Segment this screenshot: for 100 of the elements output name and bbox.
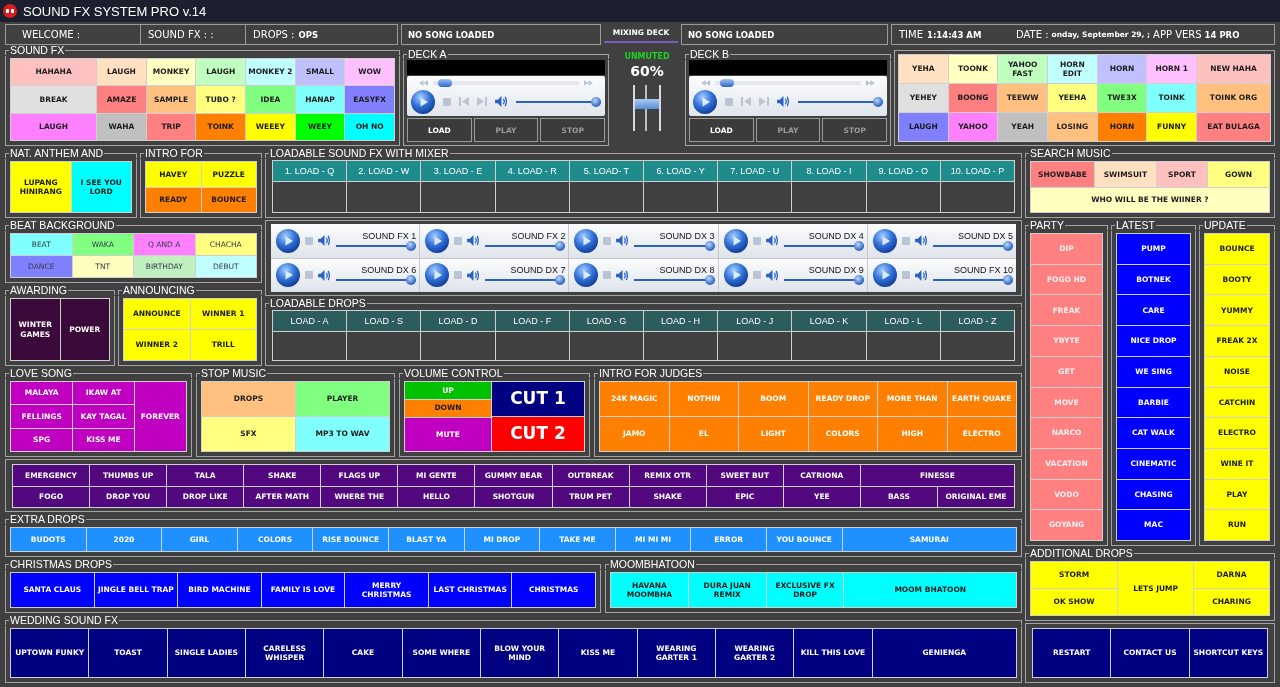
- player-label: SOUND DX 4: [808, 230, 864, 241]
- section-title: INTRO FOR JUDGES: [598, 368, 704, 379]
- slider-thumb[interactable]: [1003, 240, 1013, 251]
- play-icon[interactable]: [425, 228, 450, 253]
- play-icon[interactable]: [574, 263, 599, 288]
- column-header: 10. LOAD - P: [940, 161, 1014, 181]
- player-label: SOUND FX 10: [953, 265, 1013, 276]
- column-header: LOAD - D: [421, 311, 495, 331]
- volume-icon[interactable]: [765, 269, 779, 281]
- column-header: LOAD - A: [273, 311, 347, 331]
- column-header: LOAD - J: [718, 311, 792, 331]
- section-title: EXTRA DROPS: [9, 514, 86, 525]
- section-title: AWARDING: [9, 285, 68, 296]
- slider-thumb[interactable]: [555, 275, 566, 286]
- player-label: SOUND FX 1: [362, 230, 417, 241]
- player-label: SOUND DX 5: [957, 230, 1013, 241]
- play-icon[interactable]: [723, 228, 748, 253]
- volume-icon[interactable]: [616, 269, 630, 281]
- play-icon[interactable]: [411, 89, 435, 114]
- slider-thumb[interactable]: [591, 96, 601, 107]
- player-label: SOUND DX 3: [659, 230, 715, 241]
- drops-label: DROPS :: [253, 29, 295, 40]
- section-title: DECK A: [407, 49, 448, 60]
- column-header: LOAD - S: [347, 311, 421, 331]
- drops-value: OPS: [298, 29, 319, 40]
- section-title: DECK B: [689, 49, 731, 60]
- section-title: LATEST: [1115, 220, 1156, 231]
- slider-thumb[interactable]: [853, 240, 864, 251]
- section-title: INTRO FOR: [144, 148, 204, 159]
- seek-thumb[interactable]: [438, 78, 453, 87]
- song-status: NO SONG LOADED: [408, 29, 495, 40]
- section-title: LOADABLE SOUND FX WITH MIXER: [269, 148, 450, 159]
- column-header: LOAD - F: [495, 311, 569, 331]
- play-icon[interactable]: [276, 228, 300, 253]
- column-header: LOAD - K: [792, 311, 866, 331]
- volume-icon[interactable]: [318, 269, 331, 281]
- slider-thumb[interactable]: [873, 96, 883, 107]
- seek-thumb[interactable]: [720, 78, 735, 87]
- slider-thumb[interactable]: [406, 240, 417, 251]
- volume-icon[interactable]: [616, 235, 630, 247]
- section-title: ADDITIONAL DROPS: [1029, 548, 1134, 559]
- app-logo-icon: [3, 4, 17, 18]
- volume-icon[interactable]: [495, 96, 508, 107]
- section-title: BEAT BACKGROUND: [9, 220, 116, 231]
- section-title: CHRISTMAS DROPS: [9, 559, 114, 570]
- column-header: LOAD - G: [569, 311, 643, 331]
- slider-thumb[interactable]: [555, 240, 566, 251]
- column-header: 2. LOAD - W: [347, 161, 421, 181]
- slider-thumb[interactable]: [704, 240, 715, 251]
- mute-status: UNMUTED: [624, 52, 670, 61]
- volume-icon[interactable]: [765, 235, 779, 247]
- cut-button[interactable]: CUT 1: [491, 382, 584, 416]
- play-icon[interactable]: [723, 263, 748, 288]
- volume-icon[interactable]: [467, 235, 481, 247]
- column-header: 5. LOAD- T: [569, 161, 643, 181]
- player-label: SOUND DX 7: [510, 265, 566, 276]
- section-title: NAT. ANTHEM AND: [9, 148, 105, 159]
- sound-fx-label: SOUND FX : :: [141, 25, 246, 44]
- column-header: 6. LOAD - Y: [644, 161, 718, 181]
- date-label: DATE :: [1016, 29, 1049, 40]
- section-title: PARTY: [1029, 220, 1066, 231]
- column-header: LOAD - L: [866, 311, 940, 331]
- time-value: 1:14:43 AM: [927, 29, 982, 40]
- play-icon[interactable]: [872, 228, 897, 253]
- play-icon[interactable]: [425, 263, 450, 288]
- column-header: LOAD - Z: [940, 311, 1014, 331]
- section-title: SEARCH MUSIC: [1029, 148, 1112, 159]
- section-title: LOADABLE DROPS: [269, 298, 367, 309]
- slider-thumb[interactable]: [1003, 275, 1013, 286]
- welcome-label: WELCOME :: [6, 25, 141, 44]
- volume-icon[interactable]: [914, 269, 928, 281]
- column-header: 1. LOAD - Q: [273, 161, 347, 181]
- volume-icon[interactable]: [318, 235, 331, 247]
- volume-icon[interactable]: [467, 269, 481, 281]
- section-title: ANNOUNCING: [122, 285, 196, 296]
- slider-thumb[interactable]: [406, 275, 417, 286]
- section-title: STOP MUSIC: [200, 368, 267, 379]
- column-header: 9. LOAD - O: [866, 161, 940, 181]
- section-title: MOOMBHATOON: [609, 559, 696, 570]
- cut-button[interactable]: CUT 2: [491, 417, 584, 451]
- volume-icon[interactable]: [777, 96, 790, 107]
- player-label: SOUND FX 2: [511, 230, 566, 241]
- version-value: 14 PRO: [1204, 29, 1240, 40]
- player-label: SOUND DX 9: [808, 265, 864, 276]
- volume-icon[interactable]: [914, 235, 928, 247]
- play-icon[interactable]: [574, 228, 599, 253]
- player-label: SOUND DX 8: [659, 265, 715, 276]
- slider-thumb[interactable]: [704, 275, 715, 286]
- slider-thumb[interactable]: [853, 275, 864, 286]
- slider-thumb[interactable]: [635, 99, 659, 110]
- play-icon[interactable]: [872, 263, 897, 288]
- column-header: 7. LOAD - U: [718, 161, 792, 181]
- column-header: 8. LOAD - I: [792, 161, 866, 181]
- section-title: LOVE SONG: [9, 368, 73, 379]
- volume-reading: 60%: [630, 63, 664, 79]
- version-label: APP VERS: [1153, 29, 1202, 40]
- section-title: SOUND FX: [9, 45, 66, 56]
- play-icon[interactable]: [693, 89, 717, 114]
- play-icon[interactable]: [276, 263, 300, 288]
- column-header: LOAD - H: [644, 311, 718, 331]
